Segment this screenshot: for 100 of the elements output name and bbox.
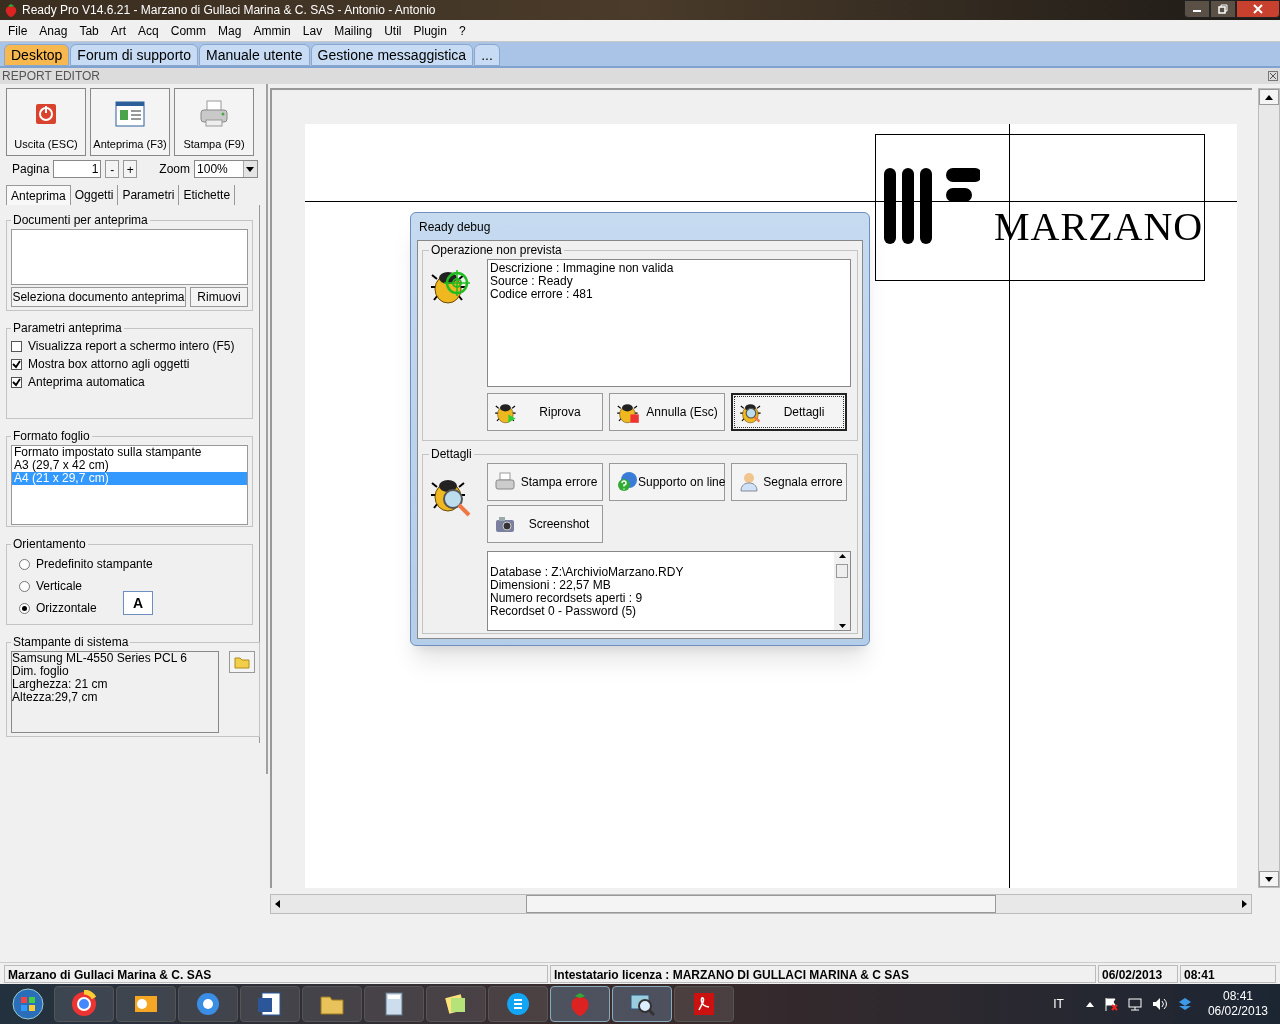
- menu-item[interactable]: Acq: [132, 20, 165, 41]
- printer-icon: [494, 471, 516, 493]
- toolbar-button[interactable]: Uscita (ESC): [6, 88, 86, 156]
- dialog-button[interactable]: Segnala errore: [731, 463, 847, 501]
- close-button[interactable]: [1236, 0, 1280, 18]
- next-page-button[interactable]: +: [123, 160, 138, 178]
- list-item[interactable]: A3 (29,7 x 42 cm): [12, 459, 247, 472]
- tab[interactable]: Parametri: [118, 185, 180, 205]
- vertical-scrollbar[interactable]: [834, 552, 850, 630]
- menu-item[interactable]: Mailing: [328, 20, 379, 41]
- tab[interactable]: Desktop: [4, 44, 70, 66]
- message-line: Source : Ready: [490, 275, 573, 288]
- circle-icon: [70, 990, 98, 1018]
- info-line: Dim. foglio: [12, 665, 70, 678]
- restore-button[interactable]: [1210, 0, 1236, 18]
- group-title: Parametri anteprima: [12, 320, 123, 337]
- previous-page-button[interactable]: -: [105, 160, 120, 178]
- group-title: Orientamento: [12, 536, 87, 553]
- start-orb-icon: [12, 988, 44, 1020]
- flag-icon: [1103, 997, 1118, 1011]
- caret-icon: [246, 166, 255, 172]
- taskbar-button[interactable]: [302, 986, 362, 1022]
- select-document-button[interactable]: Seleziona documento anteprima: [11, 287, 186, 307]
- language-indicator[interactable]: IT: [1053, 995, 1064, 1013]
- taskbar-button[interactable]: [426, 986, 486, 1022]
- tab[interactable]: Gestione messaggistica: [310, 44, 474, 66]
- menu-item[interactable]: Comm: [164, 20, 213, 41]
- taskbar-button[interactable]: [612, 986, 672, 1022]
- radio-button[interactable]: [19, 558, 30, 570]
- tab[interactable]: Manuale utente: [198, 44, 310, 66]
- minimize-button[interactable]: [1184, 0, 1210, 18]
- toolbar-button[interactable]: Anteprima (F3): [90, 88, 170, 156]
- list-item[interactable]: Formato impostato sulla stampante: [12, 446, 247, 459]
- status-field: Intestatario licenza : MARZANO DI GULLACI MARINA & C SAS: [550, 964, 1096, 983]
- right-arrow-icon: [1242, 900, 1247, 908]
- radio-button[interactable]: [19, 580, 30, 592]
- page-field[interactable]: 1: [53, 160, 102, 178]
- menu-item[interactable]: Art: [104, 20, 133, 41]
- vertical-scrollbar[interactable]: [1258, 88, 1280, 888]
- details-line: Numero recordsets aperti : 9: [490, 592, 644, 605]
- horizontal-scrollbar[interactable]: [270, 894, 1252, 914]
- taskbar-button[interactable]: [488, 986, 548, 1022]
- scroll-thumb[interactable]: [526, 895, 996, 913]
- down-arrow-icon: [838, 624, 846, 628]
- toolbar-button[interactable]: Stampa (F9): [174, 88, 254, 156]
- menu-item[interactable]: Anag: [33, 20, 74, 41]
- tab[interactable]: ...: [474, 44, 500, 66]
- dialog-button[interactable]: Stampa errore: [487, 463, 603, 501]
- tab[interactable]: Etichette: [179, 185, 236, 205]
- network-icon: [1127, 997, 1142, 1011]
- document-list[interactable]: [11, 229, 248, 285]
- status-field: Marzano di Gullaci Marina & C. SAS: [4, 964, 548, 983]
- taskbar-button[interactable]: [364, 986, 424, 1022]
- tab[interactable]: Anteprima: [6, 185, 71, 205]
- dialog-button[interactable]: Dettagli: [731, 393, 847, 431]
- restore-icon: [1218, 4, 1228, 14]
- details-line: Database : Z:\ArchivioMarzano.RDY: [490, 566, 685, 579]
- menu-item[interactable]: Mag: [212, 20, 248, 41]
- taskbar-button[interactable]: [240, 986, 300, 1022]
- folder-button[interactable]: [229, 651, 255, 673]
- tab[interactable]: Oggetti: [70, 185, 119, 205]
- tab[interactable]: Forum di supporto: [70, 44, 198, 66]
- orientation-preview: A: [123, 591, 153, 615]
- folder-icon: [234, 655, 250, 669]
- strawberry-icon: [4, 3, 18, 17]
- checkbox[interactable]: [11, 358, 22, 370]
- page-label: Pagina: [12, 161, 50, 178]
- status-field: 08:41: [1180, 964, 1276, 983]
- taskbar-button[interactable]: [54, 986, 114, 1022]
- document-icon: [256, 990, 284, 1018]
- menu-item[interactable]: ?: [452, 20, 472, 41]
- clock[interactable]: 08:41 06/02/2013: [1207, 989, 1268, 1019]
- menu-item[interactable]: Ammin: [247, 20, 297, 41]
- speaker-icon: [1151, 997, 1168, 1011]
- zoom-label: Zoom: [159, 161, 191, 178]
- menu-item[interactable]: Plugin: [407, 20, 453, 41]
- menu-item[interactable]: Lav: [296, 20, 329, 41]
- up-arrow-icon: [1265, 94, 1273, 100]
- dialog-button[interactable]: Riprova: [487, 393, 603, 431]
- group-title: Stampante di sistema: [12, 634, 130, 651]
- zoom-dropdown[interactable]: 100%: [194, 160, 258, 178]
- radio-label: Verticale: [36, 578, 83, 595]
- menu-item[interactable]: Util: [378, 20, 408, 41]
- info-line: Altezza:29,7 cm: [12, 691, 99, 704]
- scroll-thumb[interactable]: [836, 564, 848, 578]
- dialog-button[interactable]: Screenshot: [487, 505, 603, 543]
- taskbar-button[interactable]: [116, 986, 176, 1022]
- radio-button[interactable]: [19, 602, 30, 614]
- checkbox[interactable]: [11, 376, 22, 388]
- menu-item[interactable]: File: [2, 20, 34, 41]
- down-arrow-icon: [1265, 876, 1273, 882]
- dialog-button[interactable]: Annulla (Esc): [609, 393, 725, 431]
- remove-button[interactable]: Rimuovi: [190, 287, 248, 307]
- group-title: Documenti per anteprima: [12, 212, 149, 229]
- menu-item[interactable]: Tab: [73, 20, 105, 41]
- radio-label: Predefinito stampante: [36, 556, 153, 573]
- window-title: Ready Pro V14.6.21 - Marzano di Gullaci Marina & C. SAS - Antonio - Antonio: [22, 2, 436, 19]
- dialog-button[interactable]: Supporto on line: [609, 463, 725, 501]
- checkbox[interactable]: [11, 340, 22, 352]
- taskbar-button[interactable]: [178, 986, 238, 1022]
